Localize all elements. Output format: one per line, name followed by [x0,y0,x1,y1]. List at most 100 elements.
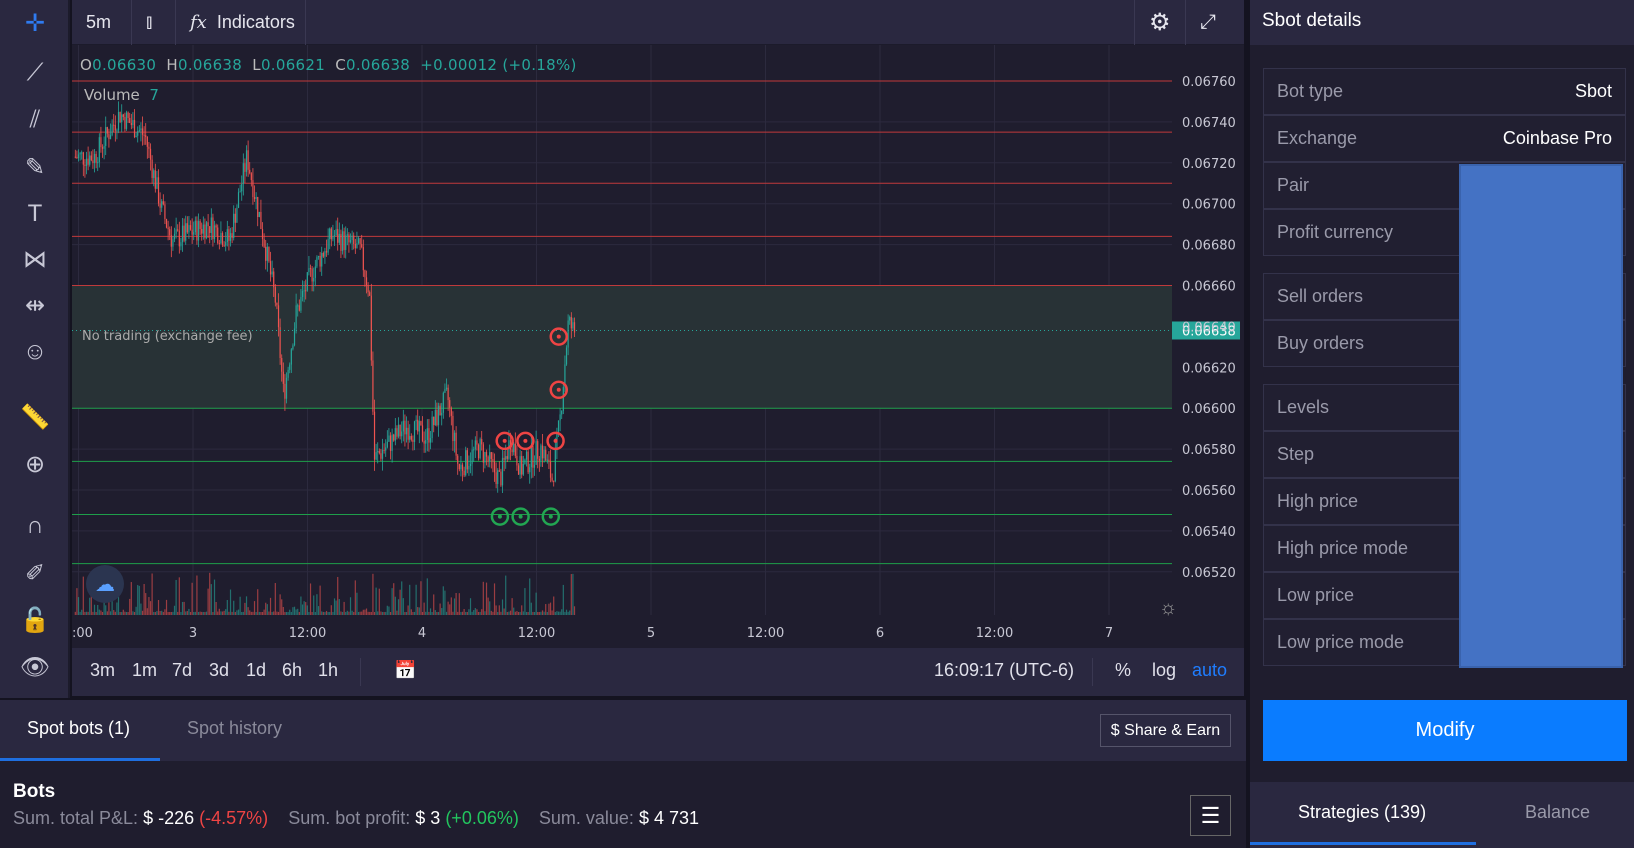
candle [271,271,273,275]
log-scale-button[interactable]: log [1152,660,1176,681]
crosshair-icon[interactable]: ✛ [15,5,55,41]
redacted-values-block [1459,164,1623,668]
candle [284,383,286,399]
volume-bar [287,611,289,615]
candle [137,131,139,136]
date-range-icon[interactable]: 📅 [394,660,416,681]
candle [393,434,395,441]
range-1d[interactable]: 1d [246,660,266,681]
volume-bar [511,598,513,615]
candle [186,223,188,233]
volume-bar [74,611,76,615]
volume-bar [205,611,208,615]
volume-bar [225,609,227,615]
brightness-icon[interactable]: ☼ [1159,597,1177,620]
text-icon[interactable]: T [15,196,55,232]
emoji-icon[interactable]: ☺ [15,334,55,370]
tab-balance[interactable]: Balance [1525,802,1590,823]
fullscreen-button[interactable]: ⤢ [1186,0,1244,45]
candle [428,428,430,443]
price-chart[interactable]: 0.06638 0.06760 0.06740 0.06720 0.06700 0.066… [72,45,1244,648]
ruler-icon[interactable]: 📏 [15,399,55,435]
candle [231,233,233,238]
indicators-button[interactable]: fx Indicators [176,0,306,45]
auto-scale-button[interactable]: auto [1192,660,1227,681]
volume-bar [369,611,371,615]
candle [569,317,571,321]
filter-settings-button[interactable]: ☰ [1190,795,1231,836]
range-7d[interactable]: 7d [172,660,192,681]
candle [258,211,260,218]
pattern-icon[interactable]: ⋈ [15,241,55,277]
volume-bar [514,611,516,615]
volume-bar [378,588,380,615]
volume-bar [308,611,310,615]
fib-icon[interactable]: ⫽ [15,102,55,138]
candle [153,170,155,178]
volume-bar [517,611,520,615]
candle [345,235,347,250]
lock-drawing-icon[interactable]: ✐ [15,555,55,591]
time-tick-label: 5 [647,626,655,641]
candle [346,234,348,236]
interval-button[interactable]: 5m [72,0,132,45]
volume-bar [276,611,278,615]
candle [506,456,508,459]
range-1h[interactable]: 1h [318,660,338,681]
profit-label: Sum. bot profit: [288,808,411,828]
volume-bar [277,611,280,615]
volume-bar [226,600,228,615]
candle [324,251,326,257]
unlock-icon[interactable]: 🔓 [15,602,55,638]
measure-lines-icon[interactable]: ⇹ [15,287,55,323]
function-icon: fx [190,12,207,33]
no-trading-zone [72,285,1172,409]
candle [253,197,256,199]
volume-bar [425,611,427,615]
volume-bar [105,605,107,615]
volume-bar [551,610,553,615]
time-axis [72,615,1244,648]
range-3m[interactable]: 3m [90,660,115,681]
candle [562,387,564,411]
candle [119,112,121,123]
volume-bar [559,611,561,615]
trend-line-icon[interactable]: ⟋ [15,55,55,91]
tab-spot-history[interactable]: Spot history [187,718,282,739]
candle [170,235,172,247]
candle [290,349,292,365]
tab-strategies[interactable]: Strategies (139) [1298,802,1426,823]
volume-bar [116,602,118,615]
candle-type-button[interactable]: ⫾ [132,0,176,45]
settings-button[interactable]: ⚙ [1134,0,1186,45]
eye-icon[interactable]: 👁 [15,649,55,685]
candle [165,219,168,228]
candle [215,225,217,228]
percent-scale-button[interactable]: % [1115,660,1131,681]
volume-bar [399,589,401,615]
sell-order-marker-dot [523,438,528,443]
candle [260,211,262,230]
volume-bar [471,611,473,615]
modify-button[interactable]: Modify [1263,700,1627,761]
candle [265,246,267,261]
range-3d[interactable]: 3d [209,660,229,681]
magnet-icon[interactable]: ∩ [15,508,55,544]
candle [145,135,147,138]
sell-order-marker-dot [556,334,561,339]
candle [244,163,246,172]
share-earn-button[interactable]: $ Share & Earn [1100,714,1231,747]
candle [465,450,467,476]
volume-bar [353,611,355,615]
tab-spot-bots[interactable]: Spot bots (1) [27,718,130,739]
volume-bar [87,611,89,615]
cloud-logo-icon[interactable]: ☁ [86,565,124,603]
detail-label: High price mode [1277,538,1409,558]
zoom-in-icon[interactable]: ⊕ [15,446,55,482]
chart-canvas[interactable]: 0.06638 0.06760 0.06740 0.06720 0.06700 0.066… [72,45,1244,648]
range-6h[interactable]: 6h [282,660,302,681]
candle [429,438,432,443]
candle [228,229,230,241]
brush-icon[interactable]: ✎ [15,149,55,185]
range-1m[interactable]: 1m [132,660,157,681]
